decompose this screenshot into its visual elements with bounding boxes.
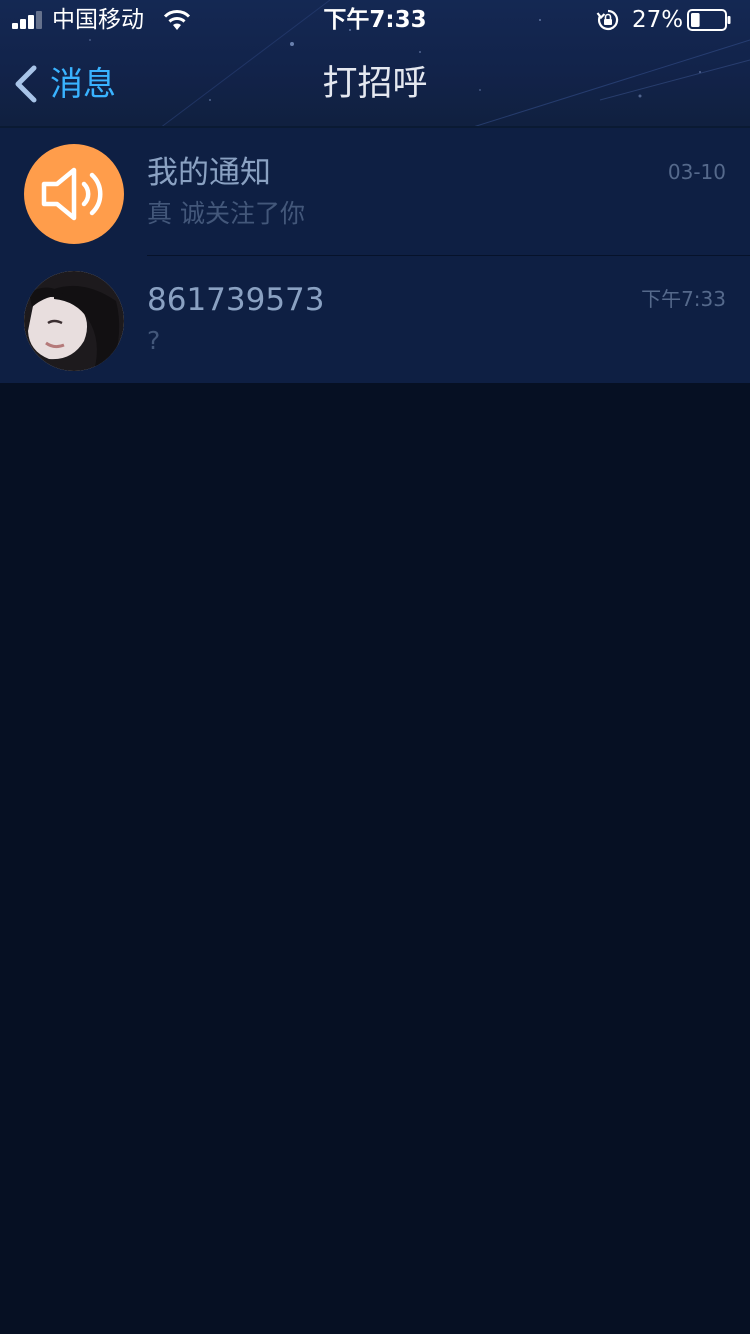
list-item-user[interactable]: 861739573 ? 下午7:33 (0, 255, 750, 383)
message-preview: 真 诚关注了你 (147, 199, 305, 228)
rotation-lock-icon (596, 9, 619, 31)
battery-icon (687, 9, 731, 31)
list-item-notifications[interactable]: 我的通知 真 诚关注了你 03-10 (0, 128, 750, 256)
header: 中国移动 下午7:33 27% 消息 打招呼 (0, 0, 750, 128)
user-photo (24, 271, 124, 371)
message-title: 861739573 (147, 282, 325, 318)
battery-percent: 27% (632, 7, 684, 33)
message-time: 03-10 (667, 160, 726, 184)
screen: 中国移动 下午7:33 27% 消息 打招呼 我的通知 真 诚关注了你 03-1… (0, 0, 750, 1334)
message-time: 下午7:33 (641, 287, 726, 311)
speaker-icon (41, 167, 103, 221)
notification-avatar (24, 144, 124, 244)
page-title: 打招呼 (322, 64, 428, 104)
message-list: 我的通知 真 诚关注了你 03-10 861739573 ? 下午7:33 (0, 128, 750, 383)
message-preview: ? (147, 326, 161, 355)
avatar (24, 271, 124, 371)
message-title: 我的通知 (147, 155, 271, 191)
status-bar: 中国移动 下午7:33 27% (0, 0, 750, 40)
